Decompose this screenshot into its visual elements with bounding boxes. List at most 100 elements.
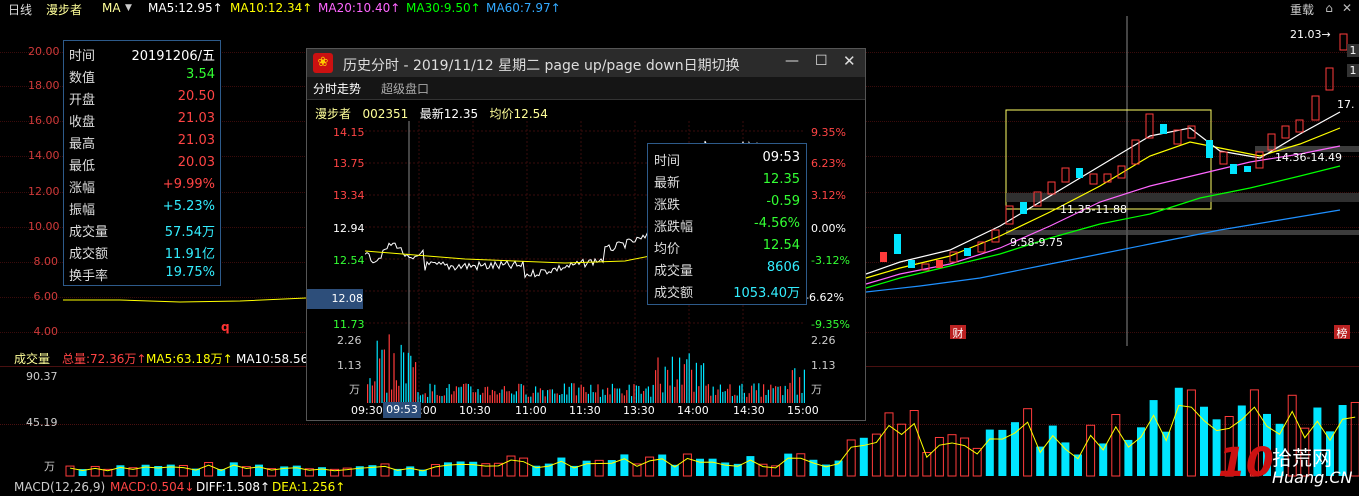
minute-volume-bar bbox=[700, 365, 702, 403]
minute-volume-bar bbox=[484, 387, 486, 403]
minute-volume-bar bbox=[727, 388, 729, 403]
minute-volume-bar bbox=[376, 340, 378, 403]
finance-badge[interactable]: 财 bbox=[950, 325, 966, 340]
minute-volume-bar bbox=[566, 394, 568, 403]
volume-bar bbox=[846, 439, 856, 477]
window-titlebar[interactable]: ❀ 历史分时 - 2019/11/12 星期二 page up/page dow… bbox=[307, 49, 865, 77]
price-tick: 13.34 bbox=[333, 189, 365, 202]
minute-volume-bar bbox=[705, 385, 707, 403]
volume-total: 总量:72.36万↑ bbox=[62, 352, 147, 366]
minute-volume-bar bbox=[388, 334, 390, 403]
minute-volume-bar bbox=[547, 390, 549, 403]
info-row-open: 开盘 20.50 bbox=[69, 89, 215, 108]
history-intraday-window[interactable]: ❀ 历史分时 - 2019/11/12 星期二 page up/page dow… bbox=[306, 48, 866, 421]
volume-bar bbox=[493, 462, 503, 477]
volume-bar bbox=[960, 437, 970, 477]
minute-volume-bar bbox=[470, 386, 472, 403]
minute-volume-bar bbox=[506, 391, 508, 403]
minute-volume-bar bbox=[799, 377, 801, 403]
candle bbox=[936, 260, 943, 268]
minute-volume-bar bbox=[367, 384, 369, 403]
minute-volume-bar bbox=[571, 383, 573, 403]
volume-bar bbox=[229, 462, 238, 476]
lock-icon[interactable]: ⌂ bbox=[1322, 1, 1336, 15]
minute-volume-bar bbox=[607, 387, 609, 403]
minute-volume-bar bbox=[631, 396, 633, 403]
minute-volume-bar bbox=[535, 386, 537, 403]
close-icon[interactable]: ✕ bbox=[843, 52, 856, 70]
volume-bar bbox=[519, 457, 529, 477]
minute-volume-bar bbox=[722, 391, 724, 403]
volume-bar bbox=[784, 453, 793, 476]
volume-bar bbox=[582, 460, 591, 476]
minute-volume-bar bbox=[755, 390, 757, 403]
minute-volume-bar bbox=[770, 384, 772, 403]
minute-row: 涨跌 -0.59 bbox=[654, 194, 800, 213]
minute-volume-bar bbox=[463, 383, 465, 403]
minute-volume-bar bbox=[662, 392, 664, 403]
volume-bar bbox=[1162, 431, 1171, 476]
range-label: 14.36-14.49 bbox=[1275, 151, 1342, 164]
minimize-icon[interactable]: — bbox=[785, 53, 799, 69]
minute-volume-bar bbox=[643, 391, 645, 403]
maximize-icon[interactable]: ☐ bbox=[815, 53, 828, 69]
minute-volume-bar bbox=[796, 394, 798, 403]
candle bbox=[1089, 173, 1098, 185]
minute-volume-bar bbox=[427, 396, 429, 403]
volume-ma5: MA5:63.18万↑ bbox=[146, 352, 233, 366]
stock-code: 002351 bbox=[362, 107, 409, 121]
vol-tick: 1.13 bbox=[811, 359, 836, 372]
chevron-down-icon[interactable]: ▼ bbox=[125, 3, 132, 13]
minute-volume-bar bbox=[532, 392, 534, 403]
volume-bar bbox=[758, 463, 768, 477]
minute-volume-bar bbox=[650, 396, 652, 403]
minute-info-panel: 时间 09:53 最新 12.35 涨跌 -0.59 涨跌幅 -4.56% 均价 12.5… bbox=[647, 143, 807, 305]
time-tick: 15:00 bbox=[787, 404, 819, 417]
minute-volume-bar bbox=[772, 388, 774, 403]
candle bbox=[1061, 167, 1070, 183]
candle bbox=[1020, 202, 1027, 214]
volume-bar bbox=[444, 462, 452, 476]
candle bbox=[1295, 119, 1304, 133]
volume-bar bbox=[141, 464, 150, 476]
minute-volume-bar bbox=[585, 392, 587, 403]
minute-volume-bar bbox=[609, 394, 611, 403]
minute-volume-bar bbox=[645, 388, 647, 403]
minute-volume-bar bbox=[734, 394, 736, 403]
volume-bar bbox=[1111, 414, 1121, 477]
ma10-label: MA10:12.34↑ bbox=[230, 1, 313, 15]
close-icon[interactable]: ✕ bbox=[1340, 1, 1354, 15]
list-badge[interactable]: 榜 bbox=[1334, 325, 1350, 340]
vol-tick: 万 bbox=[349, 383, 360, 396]
volume-bar bbox=[934, 436, 944, 477]
minute-volume-bar bbox=[556, 393, 558, 403]
volume-bar bbox=[1061, 442, 1070, 476]
info-row-value: 数值 3.54 bbox=[69, 67, 215, 86]
minute-volume-bar bbox=[614, 388, 616, 403]
minute-volume-bar bbox=[412, 367, 414, 403]
candle bbox=[1160, 124, 1167, 134]
candle bbox=[1173, 129, 1182, 145]
info-row-turnover-rate: 换手率 19.75% bbox=[69, 265, 215, 284]
time-tick: 11:00 bbox=[515, 404, 547, 417]
minute-volume-bar bbox=[494, 391, 496, 403]
candle bbox=[1145, 113, 1154, 139]
cursor-price: 12.08 bbox=[307, 289, 363, 309]
volume-bar bbox=[620, 454, 629, 476]
minute-volume-bar bbox=[760, 396, 762, 403]
minute-volume-bar bbox=[587, 393, 589, 403]
volume-bar bbox=[1023, 408, 1033, 477]
minute-volume-bar bbox=[652, 384, 654, 403]
time-tick: 13:30 bbox=[623, 404, 655, 417]
minute-volume-bar bbox=[491, 389, 493, 403]
tab-super-panel[interactable]: 超级盘口 bbox=[381, 80, 429, 97]
right-annotation: 1 bbox=[1347, 44, 1359, 57]
minute-volume-bar bbox=[621, 393, 623, 403]
tab-intraday[interactable]: 分时走势 bbox=[313, 80, 361, 97]
minute-row: 时间 09:53 bbox=[654, 150, 800, 169]
minute-volume-bar bbox=[448, 384, 450, 403]
minute-volume-bar bbox=[748, 393, 750, 403]
minute-volume-bar bbox=[458, 387, 460, 403]
minute-volume-bar bbox=[719, 384, 721, 403]
indicator-select[interactable]: MA bbox=[102, 1, 121, 15]
